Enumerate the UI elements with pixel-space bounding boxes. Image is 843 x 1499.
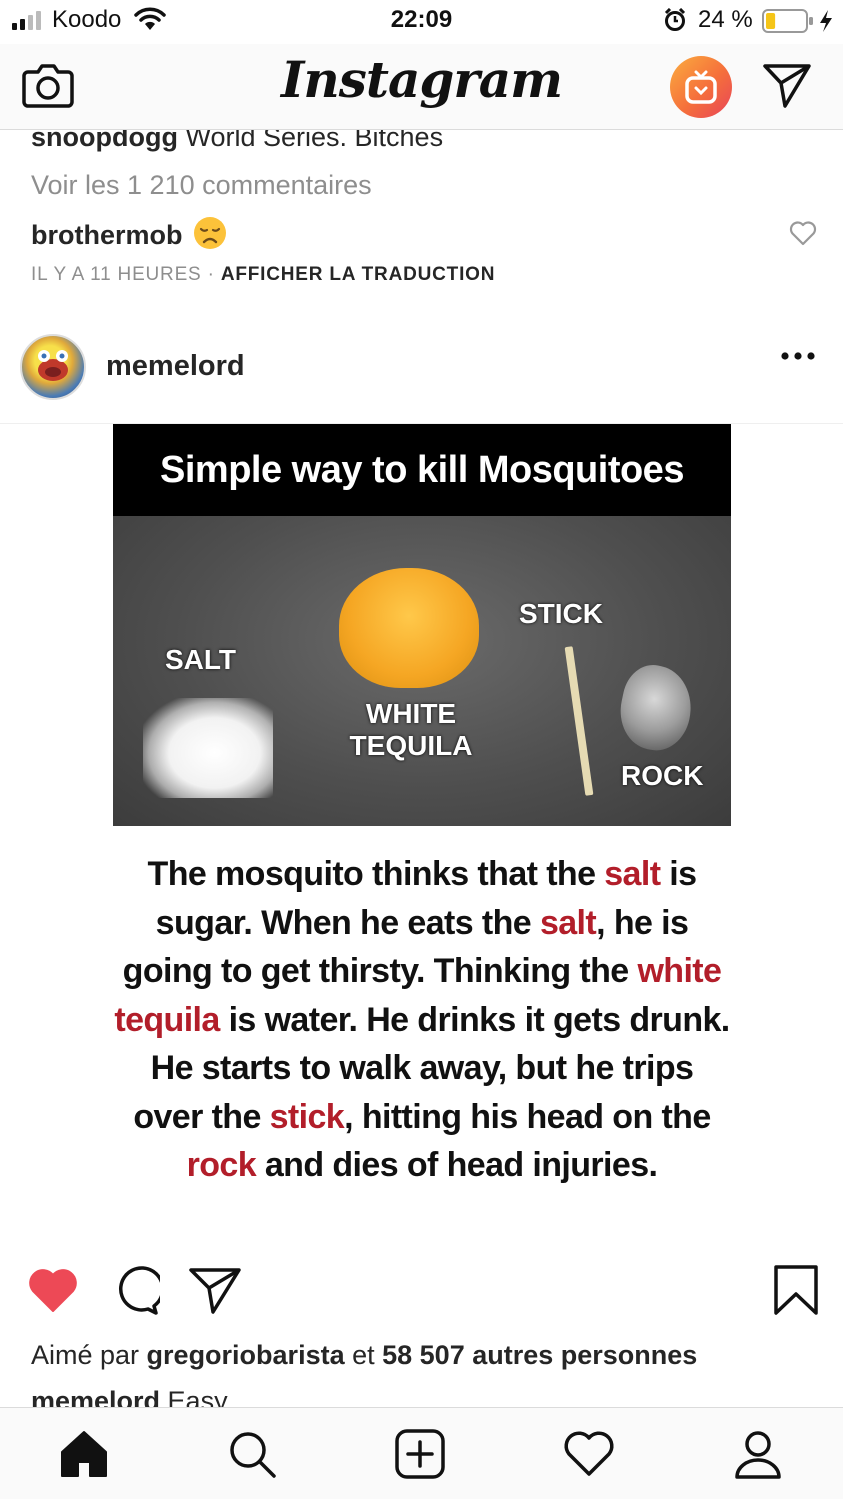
view-all-comments-link[interactable]: Voir les 1 210 commentaires: [31, 170, 372, 201]
post-header: memelord: [0, 320, 843, 424]
caption-text: World Series. Bitches: [177, 130, 444, 152]
profile-icon[interactable]: [732, 1428, 784, 1480]
post-image[interactable]: Simple way to kill Mosquitoes SALT WHITE…: [0, 424, 843, 1250]
share-paper-plane-icon[interactable]: [188, 1266, 242, 1314]
like-heart-icon[interactable]: [27, 1266, 79, 1314]
story-highlight: rock: [186, 1146, 257, 1184]
meme-title: Simple way to kill Mosquitoes: [113, 424, 731, 516]
igtv-icon[interactable]: [670, 56, 732, 118]
bookmark-icon[interactable]: [772, 1264, 820, 1316]
activity-heart-icon[interactable]: [563, 1428, 615, 1480]
disappointed-face-emoji: [193, 217, 226, 249]
comment-meta: IL Y A 11 HEURES · AFFICHER LA TRADUCTIO…: [31, 264, 495, 286]
label-stick: STICK: [519, 598, 603, 629]
meme-photo: SALT WHITE TEQUILA STICK ROCK: [113, 516, 731, 826]
label-tequila-line2: TEQUILA: [349, 730, 473, 761]
story-highlight: salt: [539, 903, 597, 942]
battery-icon: [762, 9, 813, 33]
new-post-icon[interactable]: [394, 1428, 446, 1480]
meta-separator: ·: [201, 264, 221, 285]
liked-by-conjunction: et: [344, 1340, 383, 1370]
charging-bolt-icon: [820, 10, 832, 32]
label-salt: SALT: [165, 644, 237, 675]
avatar[interactable]: [20, 334, 86, 400]
likes-summary: Aimé par gregoriobarista et 58 507 autre…: [31, 1340, 697, 1371]
previous-post-caption: snoopdogg World Series. Bitches: [31, 130, 443, 153]
story-text: and dies of head injuries.: [256, 1146, 658, 1184]
caption-username[interactable]: memelord: [31, 1386, 160, 1407]
comment-row: brothermob: [31, 216, 227, 251]
show-translation-link[interactable]: AFFICHER LA TRADUCTION: [221, 264, 495, 285]
tequila-shot: [339, 568, 479, 688]
comment-like-heart-icon[interactable]: [789, 220, 817, 246]
comment-bubble-icon[interactable]: [110, 1266, 160, 1316]
post-caption: memelord Easy: [31, 1386, 228, 1407]
story-highlight: salt: [604, 855, 661, 893]
post-username[interactable]: memelord: [106, 350, 245, 383]
story-text: The mosquito thinks that the: [147, 855, 605, 893]
likes-count[interactable]: 58 507 autres personnes: [382, 1340, 697, 1370]
label-tequila-line1: WHITE: [365, 698, 457, 729]
paper-plane-icon[interactable]: [762, 62, 812, 108]
search-icon[interactable]: [226, 1428, 278, 1480]
meme-story-text: The mosquito thinks that the salt is sug…: [113, 850, 731, 1190]
rock: [613, 659, 699, 757]
label-rock: ROCK: [621, 760, 704, 791]
stick: [564, 646, 594, 796]
more-options-icon[interactable]: [780, 350, 816, 362]
home-icon[interactable]: [58, 1428, 110, 1480]
liked-by-prefix: Aimé par: [31, 1340, 147, 1370]
top-nav-bar: Instagram: [0, 44, 843, 130]
time-ago: IL Y A 11 HEURES: [31, 264, 202, 285]
comment-username[interactable]: brothermob: [31, 220, 183, 250]
caption-text: Easy: [160, 1386, 228, 1407]
status-bar: Koodo 22:09 24 %: [0, 0, 843, 44]
story-text: , hitting his head on the: [344, 1097, 711, 1136]
post-actions: [0, 1260, 843, 1330]
bottom-tab-bar: [0, 1407, 843, 1499]
alarm-icon: [664, 8, 686, 31]
label-white-tequila: WHITE TEQUILA: [331, 698, 491, 762]
battery-percent: 24 %: [698, 6, 753, 33]
feed[interactable]: snoopdogg World Series. Bitches Voir les…: [0, 130, 843, 1407]
caption-username[interactable]: snoopdogg: [31, 130, 178, 152]
story-highlight: stick: [269, 1097, 345, 1136]
salt-pile: [143, 698, 273, 798]
liked-by-user[interactable]: gregoriobarista: [147, 1340, 345, 1370]
